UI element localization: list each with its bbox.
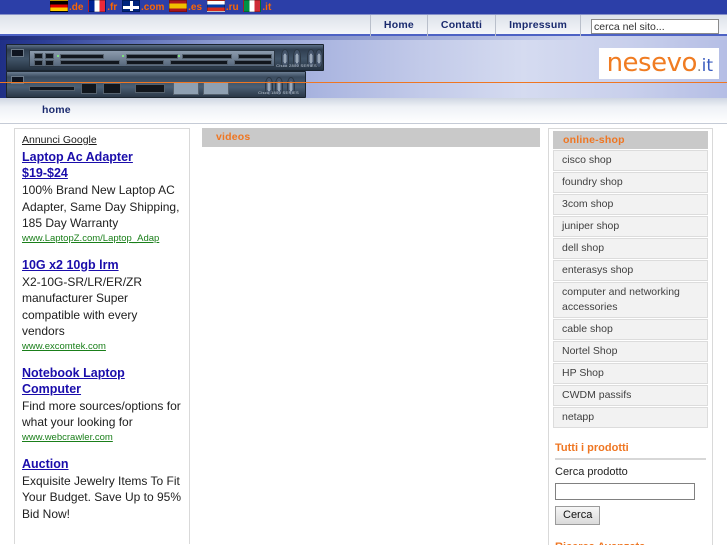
sidebar-item-dell-shop[interactable]: dell shop <box>553 238 708 259</box>
sidebar-item-hp-shop[interactable]: HP Shop <box>553 363 708 384</box>
flag-es-icon <box>169 0 188 12</box>
ad-item: 10G x2 10gb lrm X2-10G-SR/LR/ER/ZR manuf… <box>22 257 182 354</box>
language-code-fr: .fr <box>107 2 118 13</box>
all-products-title: Tutti i prodotti <box>555 442 629 454</box>
sidebar-item-foundry-shop[interactable]: foundry shop <box>553 172 708 193</box>
ad-display-url[interactable]: www.excomtek.com <box>22 340 182 354</box>
language-code-es: .es <box>188 2 203 13</box>
header-banner: Cisco 2800 SERIES Cisco 1800 SERIES nese… <box>0 36 727 98</box>
device-badge-icon <box>11 49 24 57</box>
breadcrumb-bar: home <box>0 98 727 124</box>
page-body: Annunci Google Laptop Ac Adapter $19-$24… <box>0 124 727 545</box>
router-device-bottom: Cisco 1800 SERIES <box>6 71 306 98</box>
sidebar-item-cwdm-passifs[interactable]: CWDM passifs <box>553 385 708 406</box>
google-ads-column: Annunci Google Laptop Ac Adapter $19-$24… <box>14 128 190 544</box>
ad-item: Notebook Laptop Computer Find more sourc… <box>22 365 182 445</box>
ad-title-link[interactable]: Laptop Ac Adapter $19-$24 <box>22 149 182 181</box>
language-link-es[interactable]: .es <box>169 0 202 15</box>
sidebar-divider <box>555 458 706 460</box>
sidebar-item-cisco-shop[interactable]: cisco shop <box>553 150 708 171</box>
ad-description: Exquisite Jewelry Items To Fit Your Budg… <box>22 473 181 521</box>
language-flag-strip: .de .fr .com .es .ru .it <box>50 0 390 34</box>
online-shop-header: online-shop <box>553 131 708 149</box>
site-search-input[interactable] <box>591 19 719 34</box>
breadcrumb-home[interactable]: home <box>42 104 71 116</box>
banner-top-stripe <box>0 36 727 40</box>
router-front-panel <box>29 50 275 67</box>
device-model-label-bottom: Cisco 1800 SERIES <box>258 90 299 95</box>
product-search-label: Cerca prodotto <box>555 466 628 478</box>
language-link-it[interactable]: .it <box>243 0 271 15</box>
top-bar: .de .fr .com .es .ru .it Home Contatti I… <box>0 0 727 36</box>
sidebar-item-computer-networking-accessories[interactable]: computer and networking accessories <box>553 282 708 318</box>
sidebar-item-cable-shop[interactable]: cable shop <box>553 319 708 340</box>
ad-description: Find more sources/options for what your … <box>22 398 181 430</box>
language-link-com[interactable]: .com <box>122 0 164 15</box>
ads-heading: Annunci Google <box>22 134 97 146</box>
flag-fr-icon <box>88 0 107 12</box>
network-hardware-photo: Cisco 2800 SERIES Cisco 1800 SERIES <box>6 44 336 98</box>
ad-item: Laptop Ac Adapter $19-$24 100% Brand New… <box>22 149 182 246</box>
language-code-ru: .ru <box>225 2 239 13</box>
language-link-fr[interactable]: .fr <box>88 0 117 15</box>
ad-display-url[interactable]: www.LaptopZ.com/Laptop_Adap <box>22 232 182 246</box>
language-link-de[interactable]: .de <box>50 0 83 15</box>
nav-item-impressum[interactable]: Impressum <box>496 15 580 36</box>
flag-de-icon <box>50 0 68 12</box>
ad-title-link[interactable]: 10G x2 10gb lrm <box>22 257 182 273</box>
product-search-input[interactable] <box>555 482 695 500</box>
sidebar-item-nortel-shop[interactable]: Nortel Shop <box>553 341 708 362</box>
language-code-de: .de <box>69 2 84 13</box>
banner-accent-line <box>0 82 727 83</box>
site-logo[interactable]: nesevo.it <box>598 48 719 79</box>
ad-title-link[interactable]: Auction <box>22 456 182 472</box>
product-search-button[interactable]: Cerca <box>555 505 601 525</box>
language-code-com: .com <box>141 2 165 13</box>
ad-display-url[interactable]: www.webcrawler.com <box>22 431 182 445</box>
advanced-search-title: Ricerca Avanzata <box>555 541 708 545</box>
device-model-label-top: Cisco 2800 SERIES <box>276 63 317 68</box>
content-body <box>202 147 540 157</box>
sidebar-item-netapp[interactable]: netapp <box>553 407 708 428</box>
ad-title-link[interactable]: Notebook Laptop Computer <box>22 365 182 397</box>
ad-description: X2-10G-SR/LR/ER/ZR manufacturer Super co… <box>22 274 143 339</box>
nav-item-home[interactable]: Home <box>371 15 427 36</box>
ad-description: 100% Brand New Laptop AC Adapter, Same D… <box>22 183 180 230</box>
logo-wordmark: nesevo <box>606 48 698 78</box>
ad-item: Auction Exquisite Jewelry Items To Fit Y… <box>22 456 182 523</box>
section-title-bar: videos <box>202 128 540 147</box>
nav-item-contatti[interactable]: Contatti <box>428 15 495 36</box>
language-code-it: .it <box>262 2 272 13</box>
main-content: videos <box>202 128 540 544</box>
logo-tld: it <box>701 56 713 76</box>
sidebar-item-enterasys-shop[interactable]: enterasys shop <box>553 260 708 281</box>
flag-ru-icon <box>206 0 225 12</box>
sidebar-item-3com-shop[interactable]: 3com shop <box>553 194 708 215</box>
flag-uk-icon <box>122 0 141 12</box>
site-search-wrapper <box>581 17 727 35</box>
main-navigation: Home Contatti Impressum <box>369 15 727 36</box>
language-link-ru[interactable]: .ru <box>206 0 239 15</box>
flag-it-icon <box>243 0 262 12</box>
right-sidebar: online-shop cisco shop foundry shop 3com… <box>548 128 713 545</box>
sidebar-item-juniper-shop[interactable]: juniper shop <box>553 216 708 237</box>
router-device-top: Cisco 2800 SERIES <box>6 44 324 71</box>
